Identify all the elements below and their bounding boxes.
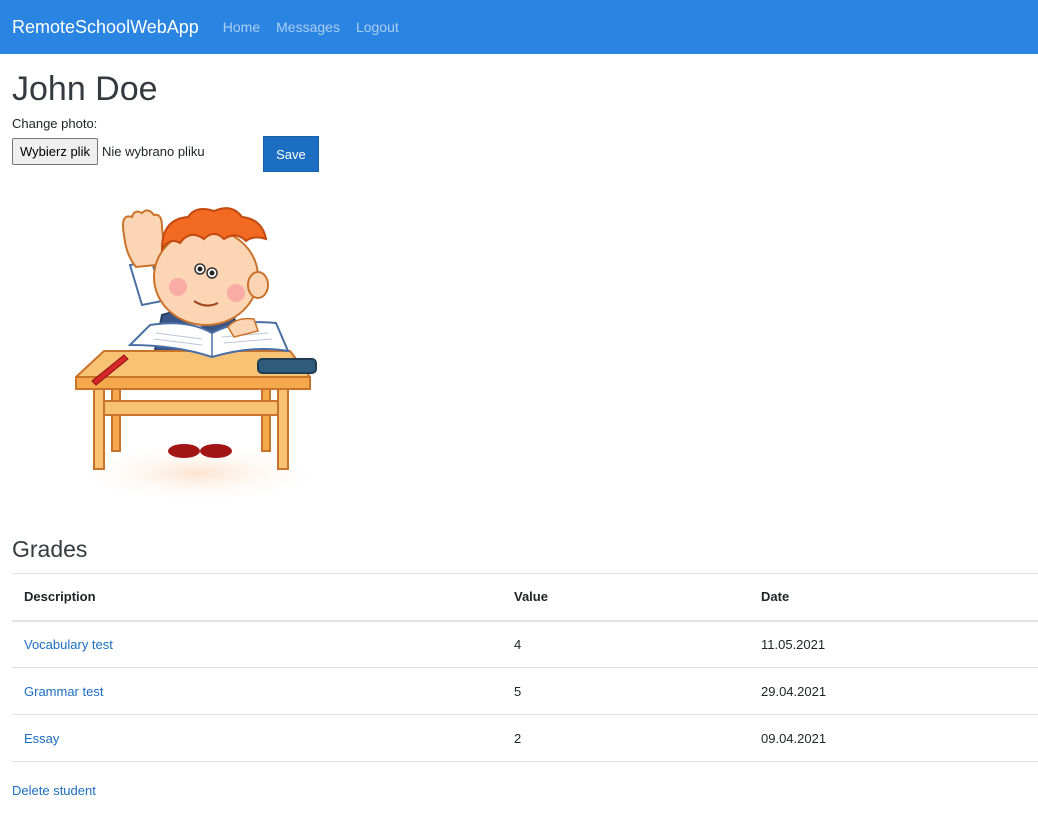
grade-date: 09.04.2021 xyxy=(761,730,827,746)
delete-student-link[interactable]: Delete student xyxy=(12,783,96,798)
table-header-row: Description Value Date xyxy=(12,573,1038,621)
file-status-text: Nie wybrano pliku xyxy=(101,144,205,159)
grade-description-cell: Vocabulary test xyxy=(12,621,502,668)
save-button[interactable]: Save xyxy=(262,136,319,172)
grade-value: 4 xyxy=(514,636,522,652)
header-value: Value xyxy=(514,589,548,605)
change-photo-label: Change photo: xyxy=(12,116,98,131)
student-name: John Doe xyxy=(12,70,158,108)
nav-logout-link[interactable]: Logout xyxy=(356,19,399,35)
nav-home-link[interactable]: Home xyxy=(223,19,260,35)
grade-date: 29.04.2021 xyxy=(761,683,827,699)
grades-table: Description Value Date Vocabulary test 4… xyxy=(12,573,1038,762)
grade-description-cell: Essay xyxy=(12,715,502,762)
choose-file-button[interactable]: Wybierz plik xyxy=(12,138,98,165)
table-row: Essay 2 09.04.2021 xyxy=(12,715,1038,762)
grade-date: 11.05.2021 xyxy=(761,636,826,652)
nav-messages-link[interactable]: Messages xyxy=(276,19,340,35)
main-content: John Doe Change photo: Wybierz plik Nie … xyxy=(0,70,1038,798)
grades-title: Grades xyxy=(12,536,88,562)
grade-description-cell: Grammar test xyxy=(12,668,502,715)
grade-value: 2 xyxy=(514,730,522,746)
grade-description-link[interactable]: Grammar test xyxy=(24,684,103,699)
brand-link[interactable]: RemoteSchoolWebApp xyxy=(12,17,199,38)
navbar: RemoteSchoolWebApp Home Messages Logout xyxy=(0,0,1038,54)
table-row: Vocabulary test 4 11.05.2021 xyxy=(12,621,1038,668)
student-photo xyxy=(73,207,323,503)
grade-description-link[interactable]: Vocabulary test xyxy=(24,637,113,652)
table-row: Grammar test 5 29.04.2021 xyxy=(12,668,1038,715)
grade-value: 5 xyxy=(514,683,522,699)
grade-description-link[interactable]: Essay xyxy=(24,731,59,746)
upload-row: Wybierz plik Nie wybrano pliku Save xyxy=(12,136,1038,172)
header-description: Description xyxy=(24,589,96,605)
header-date: Date xyxy=(761,589,790,605)
